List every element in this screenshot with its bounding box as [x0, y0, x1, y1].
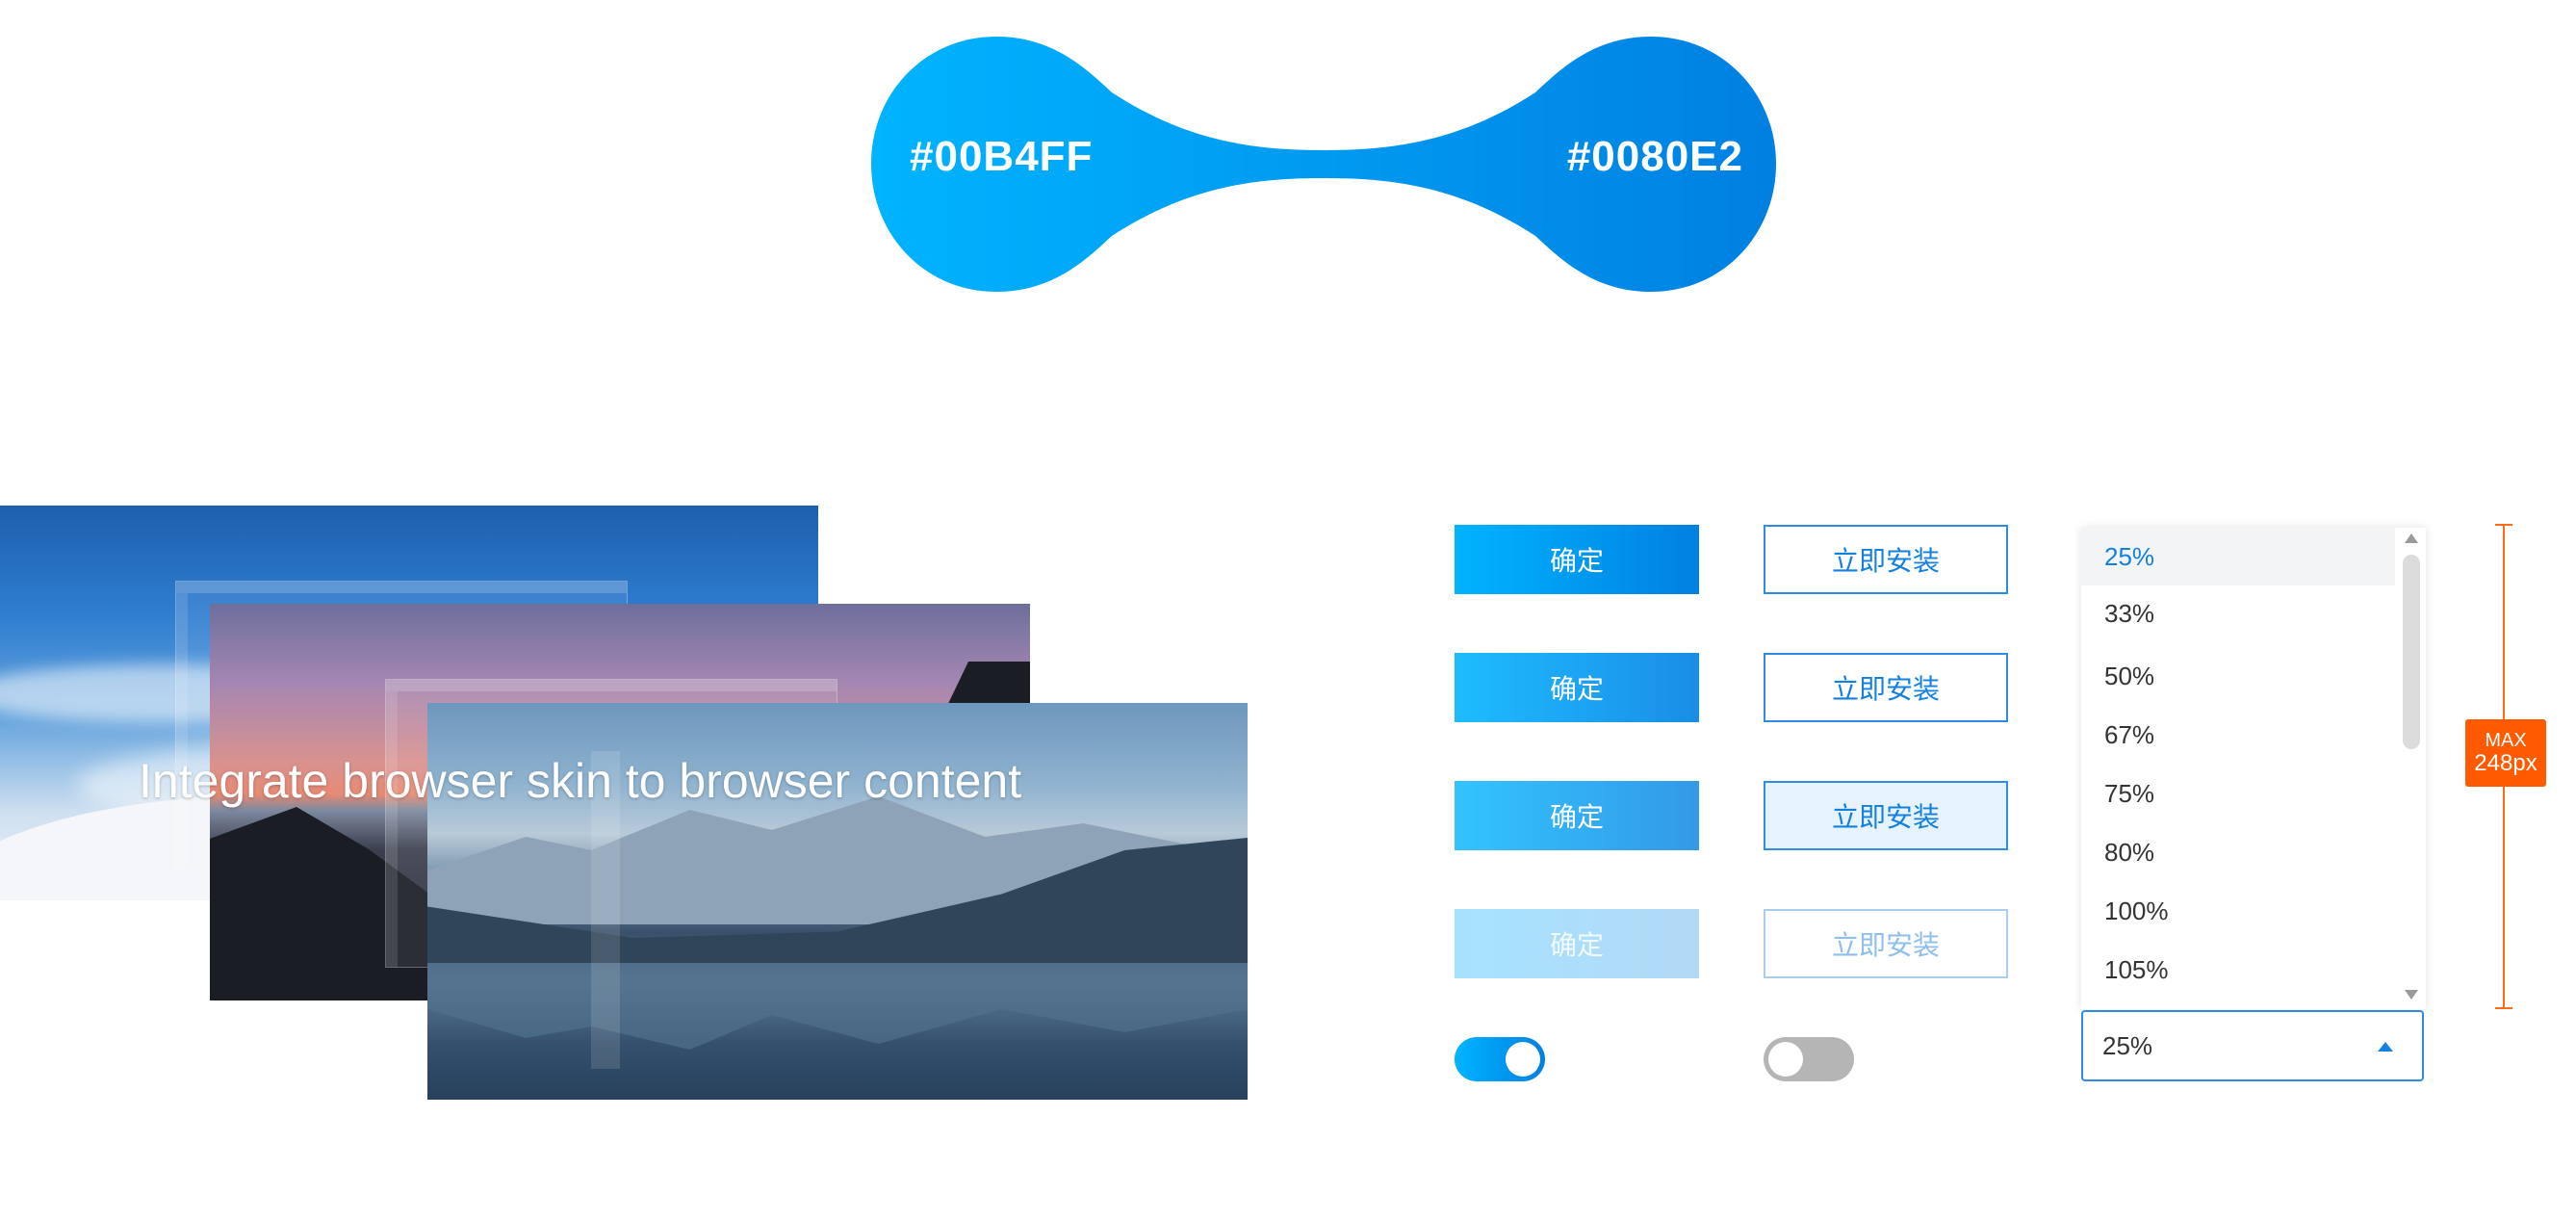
zoom-option[interactable]: 50% [2081, 647, 2395, 705]
start-color-label: #00B4FF [910, 133, 1094, 180]
end-color-label: #0080E2 [1566, 133, 1743, 180]
max-height-badge: MAX 248px [2465, 719, 2546, 787]
gradient-color-swatch: #00B4FF #0080E2 [871, 37, 1776, 292]
zoom-option-selected[interactable]: 25% [2081, 528, 2395, 585]
scrollbar-track[interactable] [2403, 555, 2420, 986]
max-label: MAX [2485, 729, 2527, 751]
install-button-pressed[interactable]: 立即安装 [1764, 781, 2008, 850]
scrollbar-thumb[interactable] [2403, 555, 2420, 749]
zoom-option[interactable]: 100% [2081, 882, 2395, 940]
toggle-switch-off[interactable] [1764, 1037, 1854, 1081]
confirm-button-pressed[interactable]: 确定 [1455, 781, 1699, 850]
caret-up-icon[interactable] [2378, 1042, 2393, 1052]
max-height-tick-top [2495, 524, 2512, 526]
toggle-switch-on[interactable] [1455, 1037, 1545, 1081]
confirm-button-disabled: 确定 [1455, 909, 1699, 978]
install-button-disabled: 立即安装 [1764, 909, 2008, 978]
zoom-select[interactable]: 25% [2081, 1010, 2424, 1081]
zoom-select-value: 25% [2102, 1030, 2153, 1060]
scroll-down-arrow-icon[interactable] [2405, 990, 2418, 1000]
toggle-knob [1506, 1042, 1540, 1077]
zoom-option[interactable]: 105% [2081, 941, 2395, 999]
install-button-default[interactable]: 立即安装 [1764, 525, 2008, 594]
toggle-knob [1768, 1042, 1803, 1077]
install-button-hover[interactable]: 立即安装 [1764, 653, 2008, 722]
zoom-option[interactable]: 33% [2081, 585, 2395, 642]
zoom-option[interactable]: 80% [2081, 823, 2395, 881]
zoom-option[interactable]: 67% [2081, 706, 2395, 764]
scroll-up-arrow-icon[interactable] [2405, 533, 2418, 543]
confirm-button-default[interactable]: 确定 [1455, 525, 1699, 594]
zoom-dropdown-list[interactable]: 25% 33% 50% 67% 75% 80% 100% 105% [2081, 528, 2426, 1009]
max-height-tick-bottom [2495, 1007, 2512, 1009]
skin-tagline: Integrate browser skin to browser conten… [139, 754, 1022, 808]
max-value: 248px [2474, 749, 2537, 776]
zoom-option[interactable]: 75% [2081, 765, 2395, 822]
confirm-button-hover[interactable]: 确定 [1455, 653, 1699, 722]
